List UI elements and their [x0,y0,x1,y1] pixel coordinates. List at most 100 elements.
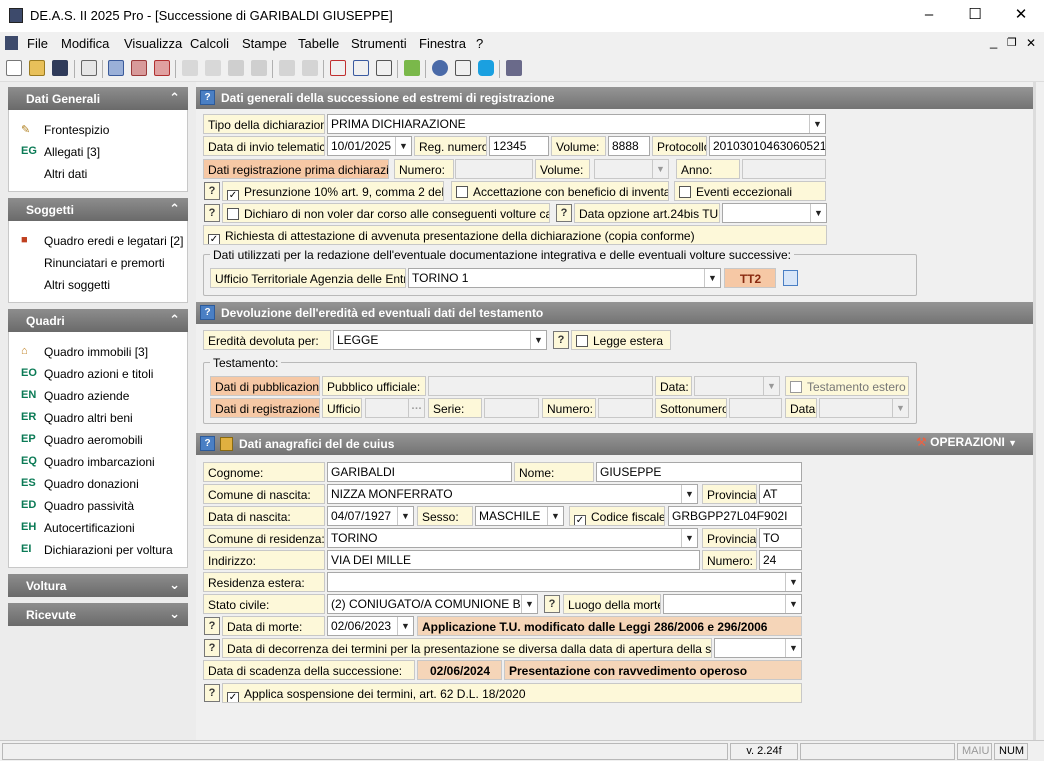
web-icon[interactable] [432,60,448,76]
richiesta-checkbox[interactable]: ✓ Richiesta di attestazione di avvenuta p… [203,225,827,245]
nav-item-rinunciatari[interactable]: Rinunciatari e premorti [9,253,187,273]
legge-estera-checkbox[interactable]: Legge estera [571,330,671,350]
nav-item-donazioni[interactable]: ES Quadro donazioni [9,474,187,494]
data-morte-field[interactable]: 02/06/2023 ▼ [327,616,414,636]
codice-fiscale-checkbox[interactable]: ✓ Codice fiscale: [569,506,665,526]
decorrenza-select[interactable]: ▼ [714,638,802,658]
nav-item-aziende[interactable]: EN Quadro aziende [9,386,187,406]
anno-field[interactable] [742,159,826,179]
nome-field[interactable]: GIUSEPPE [596,462,802,482]
residenza-estera-select[interactable]: ▼ [327,572,802,592]
provincia-residenza-field[interactable]: TO [759,528,802,548]
mdi-minimize-button[interactable]: _ [990,34,997,49]
data-invio-field[interactable]: 10/01/2025 ▼ [327,136,412,156]
ufficio-select[interactable]: TORINO 1 ▼ [408,268,721,288]
menu-stampe[interactable]: Stampe [242,36,287,51]
help-icon[interactable]: ? [553,331,569,349]
paste-icon[interactable] [205,60,221,76]
save-icon[interactable] [52,60,68,76]
scrollbar[interactable] [1033,82,1036,740]
section-header-soggetti[interactable]: Soggetti ⌃ [8,198,188,221]
numero-field[interactable] [455,159,533,179]
numero-civico-field[interactable]: 24 [759,550,802,570]
lookup-icon[interactable] [783,270,798,286]
nav-item-eredi[interactable]: ■ Quadro eredi e legatari [2] [9,231,187,251]
help-icon[interactable]: ? [204,182,220,200]
help-icon[interactable] [455,60,471,76]
eventi-checkbox[interactable]: Eventi eccezionali [674,181,826,201]
nav-item-imbarcazioni[interactable]: EQ Quadro imbarcazioni [9,452,187,472]
data-nascita-field[interactable]: 04/07/1927 ▼ [327,506,414,526]
nav-item-altri-soggetti[interactable]: Altri soggetti [9,275,187,295]
help-icon[interactable]: ? [204,204,220,222]
nav-item-altri-beni[interactable]: ER Quadro altri beni [9,408,187,428]
search-icon[interactable] [108,60,124,76]
mdi-restore-button[interactable]: ❐ [1007,36,1017,49]
menu-tabelle[interactable]: Tabelle [298,36,339,51]
menu-strumenti[interactable]: Strumenti [351,36,407,51]
help-icon[interactable]: ? [204,639,220,657]
stato-civile-select[interactable]: (2) CONIUGATO/A COMUNIONE BENI ▼ [327,594,538,614]
menu-file[interactable]: File [27,36,48,51]
provincia-nascita-field[interactable]: AT [759,484,802,504]
export-icon[interactable] [330,60,346,76]
ufficio-reg-field[interactable]: … [365,398,425,418]
protocollo-field[interactable]: 20103010463060521 [709,136,826,156]
help-icon[interactable]: ? [544,595,560,613]
nav-item-azioni[interactable]: EO Quadro azioni e titoli [9,364,187,384]
check-icon[interactable] [376,60,392,76]
numero-reg-field[interactable] [598,398,653,418]
section-header-quadri[interactable]: Quadri ⌃ [8,309,188,332]
cognome-field[interactable]: GARIBALDI [327,462,512,482]
nav-item-aeromobili[interactable]: EP Quadro aeromobili [9,430,187,450]
print-icon[interactable] [228,60,244,76]
data-opzione-select[interactable]: ▼ [722,203,827,223]
help-icon[interactable]: ? [556,204,572,222]
nav-item-frontespizio[interactable]: ✎ Frontespizio [9,120,187,140]
dichiaro-checkbox[interactable]: Dichiaro di non voler dar corso alle con… [222,203,550,223]
download-icon[interactable] [404,60,420,76]
help-icon[interactable]: ? [204,617,220,635]
section-header-ricevute[interactable]: Ricevute ⌄ [8,603,188,626]
sospensione-checkbox[interactable]: ✓ Applica sospensione dei termini, art. 6… [222,683,802,703]
accettazione-checkbox[interactable]: Accettazione con beneficio di inventario [451,181,669,201]
move-up-icon[interactable] [302,60,318,76]
maximize-button[interactable]: ☐ [952,0,998,32]
luogo-morte-select[interactable]: ▼ [663,594,802,614]
operazioni-button[interactable]: ⚒ OPERAZIONI ▼ [916,435,1032,453]
menu-modifica[interactable]: Modifica [61,36,109,51]
close-button[interactable]: ✕ [998,0,1044,32]
data-pubblicazione-select[interactable]: ▼ [694,376,780,396]
sottonumero-field[interactable] [729,398,782,418]
preview-icon[interactable] [251,60,267,76]
testamento-estero-checkbox[interactable]: Testamento estero [785,376,909,396]
menu-calcoli[interactable]: Calcoli [190,36,229,51]
nav-item-allegati[interactable]: EG Allegati [3] [9,142,187,162]
new-icon[interactable] [6,60,22,76]
codice-fiscale-field[interactable]: GRBGPP27L04F902I [668,506,802,526]
calculator-icon[interactable] [353,60,369,76]
presunzione-checkbox[interactable]: ✓ Presunzione 10% art. 9, comma 2 del T.U… [222,181,444,201]
help-icon[interactable]: ? [204,684,220,702]
comune-nascita-select[interactable]: NIZZA MONFERRATO ▼ [327,484,698,504]
move-down-icon[interactable] [279,60,295,76]
section-header-voltura[interactable]: Voltura ⌄ [8,574,188,597]
reg-numero-field[interactable]: 12345 [489,136,549,156]
building-icon[interactable] [506,60,522,76]
indirizzo-field[interactable]: VIA DEI MILLE [327,550,700,570]
nav-item-dichiarazioni-voltura[interactable]: EI Dichiarazioni per voltura [9,540,187,560]
list-icon[interactable] [81,60,97,76]
open-icon[interactable] [29,60,45,76]
menu-finestra[interactable]: Finestra [419,36,466,51]
serie-field[interactable] [484,398,539,418]
pubblico-ufficiale-field[interactable] [428,376,653,396]
menu-visualizza[interactable]: Visualizza [124,36,182,51]
section-header-dati-generali[interactable]: Dati Generali ⌃ [8,87,188,110]
volume-field[interactable]: 8888 [608,136,650,156]
data-registrazione-select[interactable]: ▼ [819,398,909,418]
delete-icon[interactable] [154,60,170,76]
volume2-select[interactable]: ▼ [594,159,669,179]
sesso-select[interactable]: MASCHILE ▼ [475,506,564,526]
skype-icon[interactable] [478,60,494,76]
copy-icon[interactable] [182,60,198,76]
